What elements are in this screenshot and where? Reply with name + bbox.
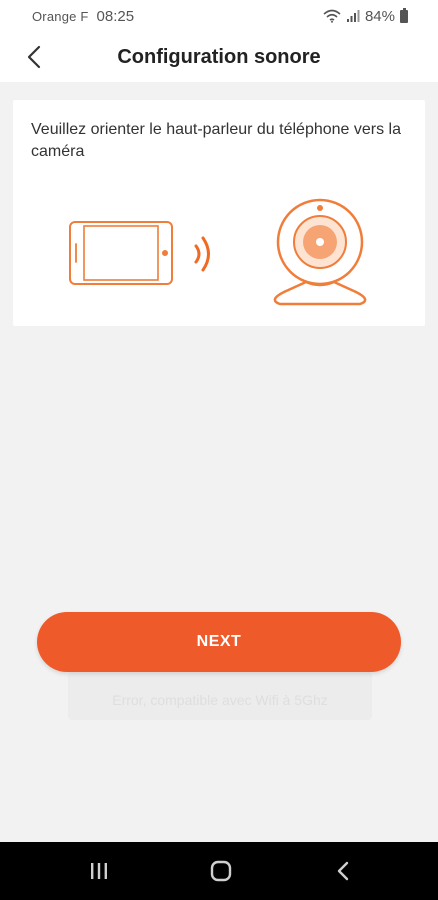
signal-icon [346, 10, 360, 22]
app-header: Configuration sonore [0, 32, 438, 82]
status-bar: Orange F 08:25 84% [0, 0, 438, 32]
status-left: Orange F 08:25 [32, 8, 134, 25]
webcam-icon [273, 198, 367, 306]
nav-back-button[interactable] [308, 842, 378, 900]
nav-recent-button[interactable] [64, 842, 134, 900]
chevron-left-icon [27, 45, 41, 69]
battery-percent: 84% [364, 7, 395, 25]
navigation-bar [0, 842, 438, 900]
instruction-text: Veuillez orienter le haut-parleur du tél… [31, 121, 402, 160]
nav-home-button[interactable] [186, 842, 256, 900]
page-title: Configuration sonore [117, 45, 321, 68]
clock: 08:25 [96, 7, 135, 25]
carrier-label: Orange F [32, 8, 89, 24]
status-right: 84% [323, 7, 408, 25]
recent-apps-icon [91, 863, 107, 879]
sound-waves-icon [194, 236, 210, 272]
wifi-compatibility-button[interactable]: Error, compatible avec Wifi à 5Ghz [68, 672, 372, 720]
wifi-icon [323, 9, 341, 23]
back-icon [337, 861, 349, 881]
battery-icon [400, 7, 408, 23]
back-button[interactable] [14, 40, 54, 74]
next-button[interactable]: NEXT [37, 612, 401, 672]
instruction-card: Veuillez orienter le haut-parleur du tél… [13, 100, 425, 326]
phone-icon [69, 221, 173, 285]
screen: Orange F 08:25 84% Configuration sonore … [0, 0, 438, 900]
home-icon [210, 860, 232, 882]
